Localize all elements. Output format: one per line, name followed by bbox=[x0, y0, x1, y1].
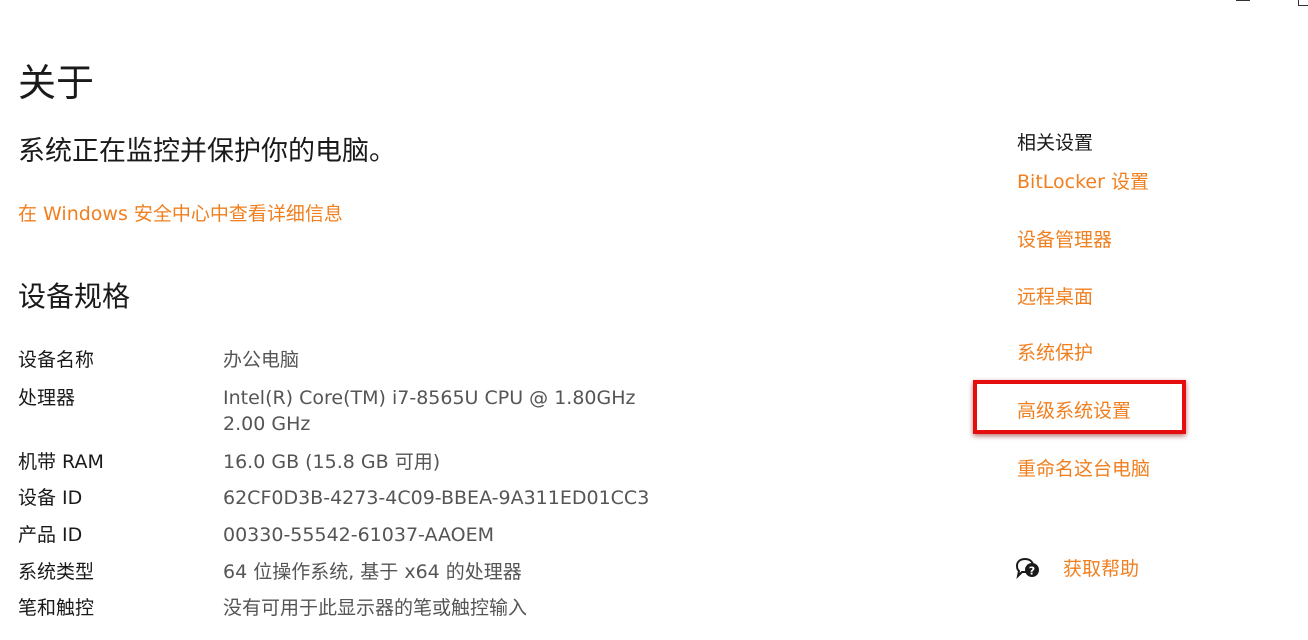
help-chat-icon: ? bbox=[1015, 557, 1041, 580]
system-protection-link[interactable]: 系统保护 bbox=[1017, 340, 1093, 366]
window-controls bbox=[1218, 0, 1308, 12]
spec-value: 64 位操作系统, 基于 x64 的处理器 bbox=[223, 561, 522, 583]
spec-label: 设备 ID bbox=[18, 487, 83, 509]
spec-value: Intel(R) Core(TM) i7-8565U CPU @ 1.80GHz… bbox=[223, 387, 636, 435]
spec-value: 62CF0D3B-4273-4C09-BBEA-9A311ED01CC3 bbox=[223, 487, 650, 509]
spec-value: 00330-55542-61037-AAOEM bbox=[223, 524, 495, 546]
spec-label: 机带 RAM bbox=[18, 451, 104, 473]
remote-desktop-link[interactable]: 远程桌面 bbox=[1017, 284, 1093, 310]
device-specs-heading: 设备规格 bbox=[18, 280, 131, 313]
security-status-text: 系统正在监控并保护你的电脑。 bbox=[18, 136, 396, 167]
spec-label: 处理器 bbox=[18, 387, 76, 409]
get-help-link[interactable]: 获取帮助 bbox=[1063, 555, 1139, 583]
spec-value: 办公电脑 bbox=[223, 349, 300, 371]
restore-icon[interactable] bbox=[1298, 0, 1308, 6]
spec-label: 设备名称 bbox=[18, 349, 95, 371]
spec-label: 产品 ID bbox=[18, 524, 83, 546]
minimize-icon[interactable] bbox=[1236, 0, 1250, 1]
rename-pc-link[interactable]: 重命名这台电脑 bbox=[1017, 456, 1150, 482]
page-title: 关于 bbox=[18, 61, 95, 105]
device-manager-link[interactable]: 设备管理器 bbox=[1017, 227, 1112, 253]
bitlocker-settings-link[interactable]: BitLocker 设置 bbox=[1017, 169, 1149, 195]
spec-label: 系统类型 bbox=[18, 561, 95, 583]
svg-text:?: ? bbox=[1029, 565, 1035, 578]
spec-value: 没有可用于此显示器的笔或触控输入 bbox=[223, 597, 528, 619]
spec-label: 笔和触控 bbox=[18, 597, 95, 619]
related-settings-heading: 相关设置 bbox=[1017, 132, 1094, 154]
spec-value: 16.0 GB (15.8 GB 可用) bbox=[223, 451, 441, 473]
advanced-system-settings-link[interactable]: 高级系统设置 bbox=[1017, 398, 1131, 424]
windows-security-link[interactable]: 在 Windows 安全中心中查看详细信息 bbox=[18, 200, 343, 228]
